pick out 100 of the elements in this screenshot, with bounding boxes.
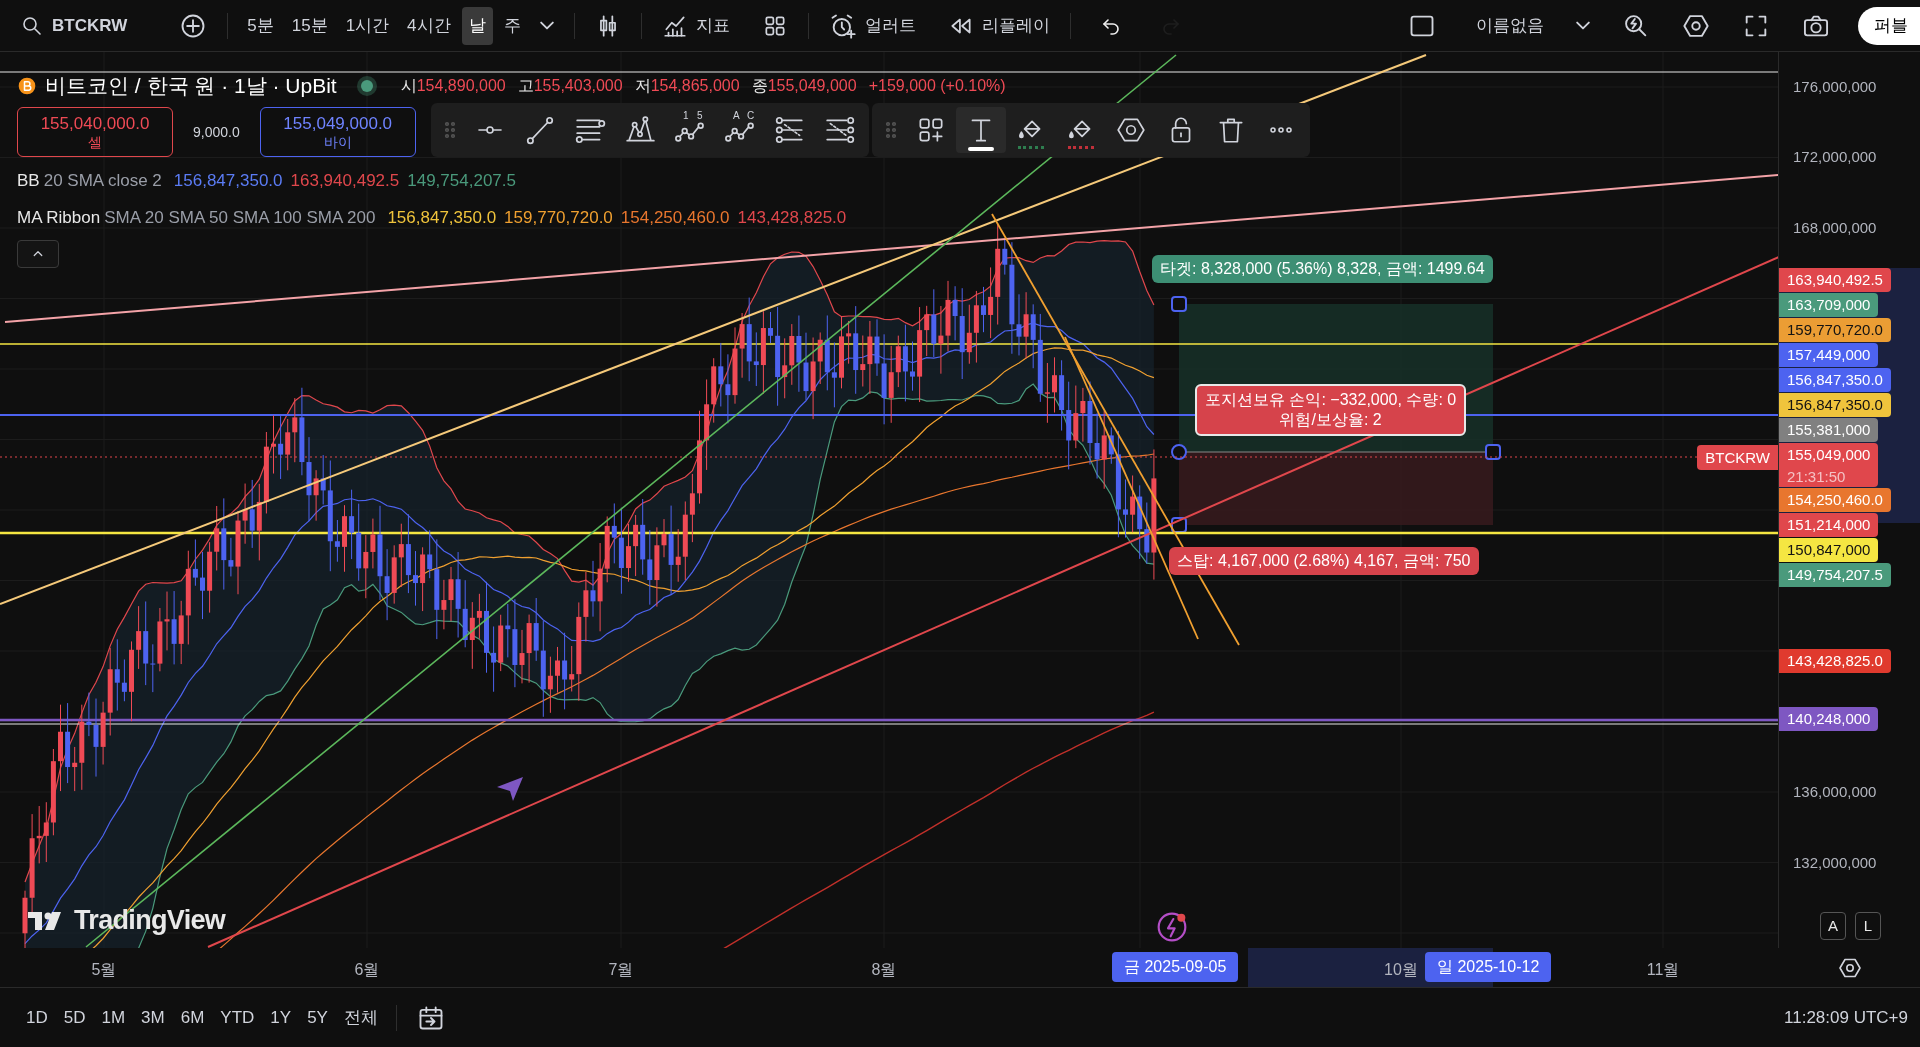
timezone-button[interactable]: 11:28:09 UTC+9 [1784,1004,1908,1031]
selected-indicator [968,147,994,151]
range-button[interactable]: 전체 [337,999,384,1036]
price-tick: 172,000,000 [1793,149,1877,164]
range-button[interactable]: 1D [20,999,54,1036]
more-icon [1270,127,1292,133]
indicator-value: 159,770,720.0 [504,207,613,229]
buy-button[interactable]: 155,049,000.0 바이 [259,107,416,157]
drawing-tool-button[interactable] [956,107,1006,153]
fib-lines-icon [824,114,856,146]
range-start-label: 금 2025-09-05 [1112,952,1239,982]
interval-tab[interactable]: 5분 [240,6,281,45]
interval-tab[interactable]: 1시간 [338,6,397,45]
publish-button[interactable]: 퍼블 [1858,6,1920,45]
time-tick: 6월 [354,960,380,980]
tool-label: 5 [697,111,703,121]
interval-tab[interactable]: 주 [496,6,528,45]
trend-line[interactable] [4,174,1778,323]
lightning-icon[interactable] [1156,911,1188,943]
tool-label: 1 [683,111,689,121]
ohlc-label: 종 [751,75,768,96]
symbol-price-label: BTCKRW [1697,445,1778,470]
indicator-value: 149,754,207.5 [407,170,516,192]
price-tag: 163,709,000 [1779,293,1879,317]
horizontal-ray-icon [477,126,503,134]
drawing-tool-button[interactable]: A C [715,107,765,153]
interval-tab[interactable]: 날 [461,6,493,45]
price-tag: 150,847,000 [1779,538,1879,562]
range-button[interactable]: 5Y [301,999,334,1036]
bitcoin-icon [17,75,37,96]
symbol-title: 비트코인 / 한국 원 · 1날 · UpBit [45,73,337,99]
price-tag: 140,248,000 [1779,707,1879,731]
axis-settings-button[interactable] [1838,956,1862,980]
ohlc-value: 155,403,000 [533,75,623,96]
position-pnl-label: 포지션보유 손익: −332,000, 수량: 0 위험/보상율: 2 [1195,384,1467,436]
price-tick: 136,000,000 [1793,784,1877,799]
price-tag: 154,250,460.0 [1779,488,1891,512]
time-tick: 11월 [1646,960,1680,980]
ohlc-label: 고 [517,75,534,96]
indicator-name: MA Ribbon [17,207,101,229]
range-button[interactable]: YTD [214,999,261,1036]
indicator-name: BB [17,170,40,192]
indicator-value: 156,847,350.0 [387,207,497,229]
fib-lines-icon [774,114,806,146]
caret-icon [539,21,554,30]
price-tag: 143,428,825.0 [1779,649,1891,673]
indicator-value: 163,940,492.5 [290,170,400,192]
indicator-params: 20 SMA close 2 [43,170,162,192]
range-button[interactable]: 1M [95,999,132,1036]
price-tag: 156,847,350.0 [1779,368,1891,392]
replay-button[interactable]: 리플레이 [939,6,1058,45]
indicator-value: 154,250,460.0 [620,207,730,229]
price-tag: 155,381,000 [1779,418,1879,442]
price-change: +159,000 (+0.10%) [868,75,1006,96]
price-tag: 151,214,000 [1779,513,1879,537]
caret-icon [1576,21,1590,30]
price-tick: 132,000,000 [1793,855,1877,870]
price-tag: 163,940,492.5 [1779,268,1891,292]
price-tick: 168,000,000 [1793,220,1877,235]
scale-button[interactable]: A [1820,912,1846,940]
interval-tab[interactable]: 4시간 [400,6,458,45]
ohlc-value: 154,865,000 [650,75,740,96]
price-tag: 156,847,350.0 [1779,393,1891,417]
price-tag: 159,770,720.0 [1779,318,1891,342]
price-tick: 176,000,000 [1793,79,1877,94]
range-button[interactable]: 3M [135,999,171,1036]
ohlc-value: 155,049,000 [767,75,857,96]
arrow-marker-icon[interactable] [497,777,523,801]
ohlc-label: 저 [634,75,651,96]
trend-line-icon [524,114,556,146]
price-tag: 149,754,207.5 [1779,563,1891,587]
settings-icon [1838,956,1862,980]
range-end-label: 일 2025-10-12 [1425,952,1552,982]
spread-value: 9,000.0 [192,122,241,142]
target-label: 타겟: 8,328,000 (5.36%) 8,328, 금액: 1499.64 [1152,255,1493,283]
indicators-button[interactable]: 지표 [653,6,738,45]
indicator-params: SMA 20 SMA 50 SMA 100 SMA 200 [104,207,376,229]
range-button[interactable]: 1Y [264,999,298,1036]
price-text: 155,049,000 [1787,445,1871,465]
time-tick: 10월 [1384,960,1418,980]
ohlc-value: 154,890,000 [416,75,506,96]
stop-label: 스탑: 4,167,000 (2.68%) 4,167, 금액: 750 [1169,547,1479,575]
countdown-text: 21:31:50 [1787,467,1847,487]
layout-name-button[interactable]: 이름없음 [1468,6,1598,45]
drawing-tool-button[interactable]: 1 5 [665,107,715,153]
tool-label: C [747,111,755,121]
time-tick: 7월 [608,960,634,980]
scale-button[interactable]: L [1855,912,1881,940]
tool-label: A [733,111,740,121]
range-button[interactable]: 5D [57,999,92,1036]
sell-button[interactable]: 155,040,000.0 셀 [17,107,173,157]
time-tick: 8월 [871,960,897,980]
price-tag: 157,449,000 [1779,343,1879,367]
alert-button[interactable]: 얼러트 [820,6,924,45]
indicator-value: 143,428,825.0 [737,207,847,229]
indicator-value: 156,847,350.0 [173,170,283,192]
interval-tab[interactable]: 15분 [284,6,335,45]
range-button[interactable]: 6M [174,999,211,1036]
time-tick: 5월 [91,960,117,980]
symbol-search-button[interactable]: BTCKRW [12,6,136,45]
